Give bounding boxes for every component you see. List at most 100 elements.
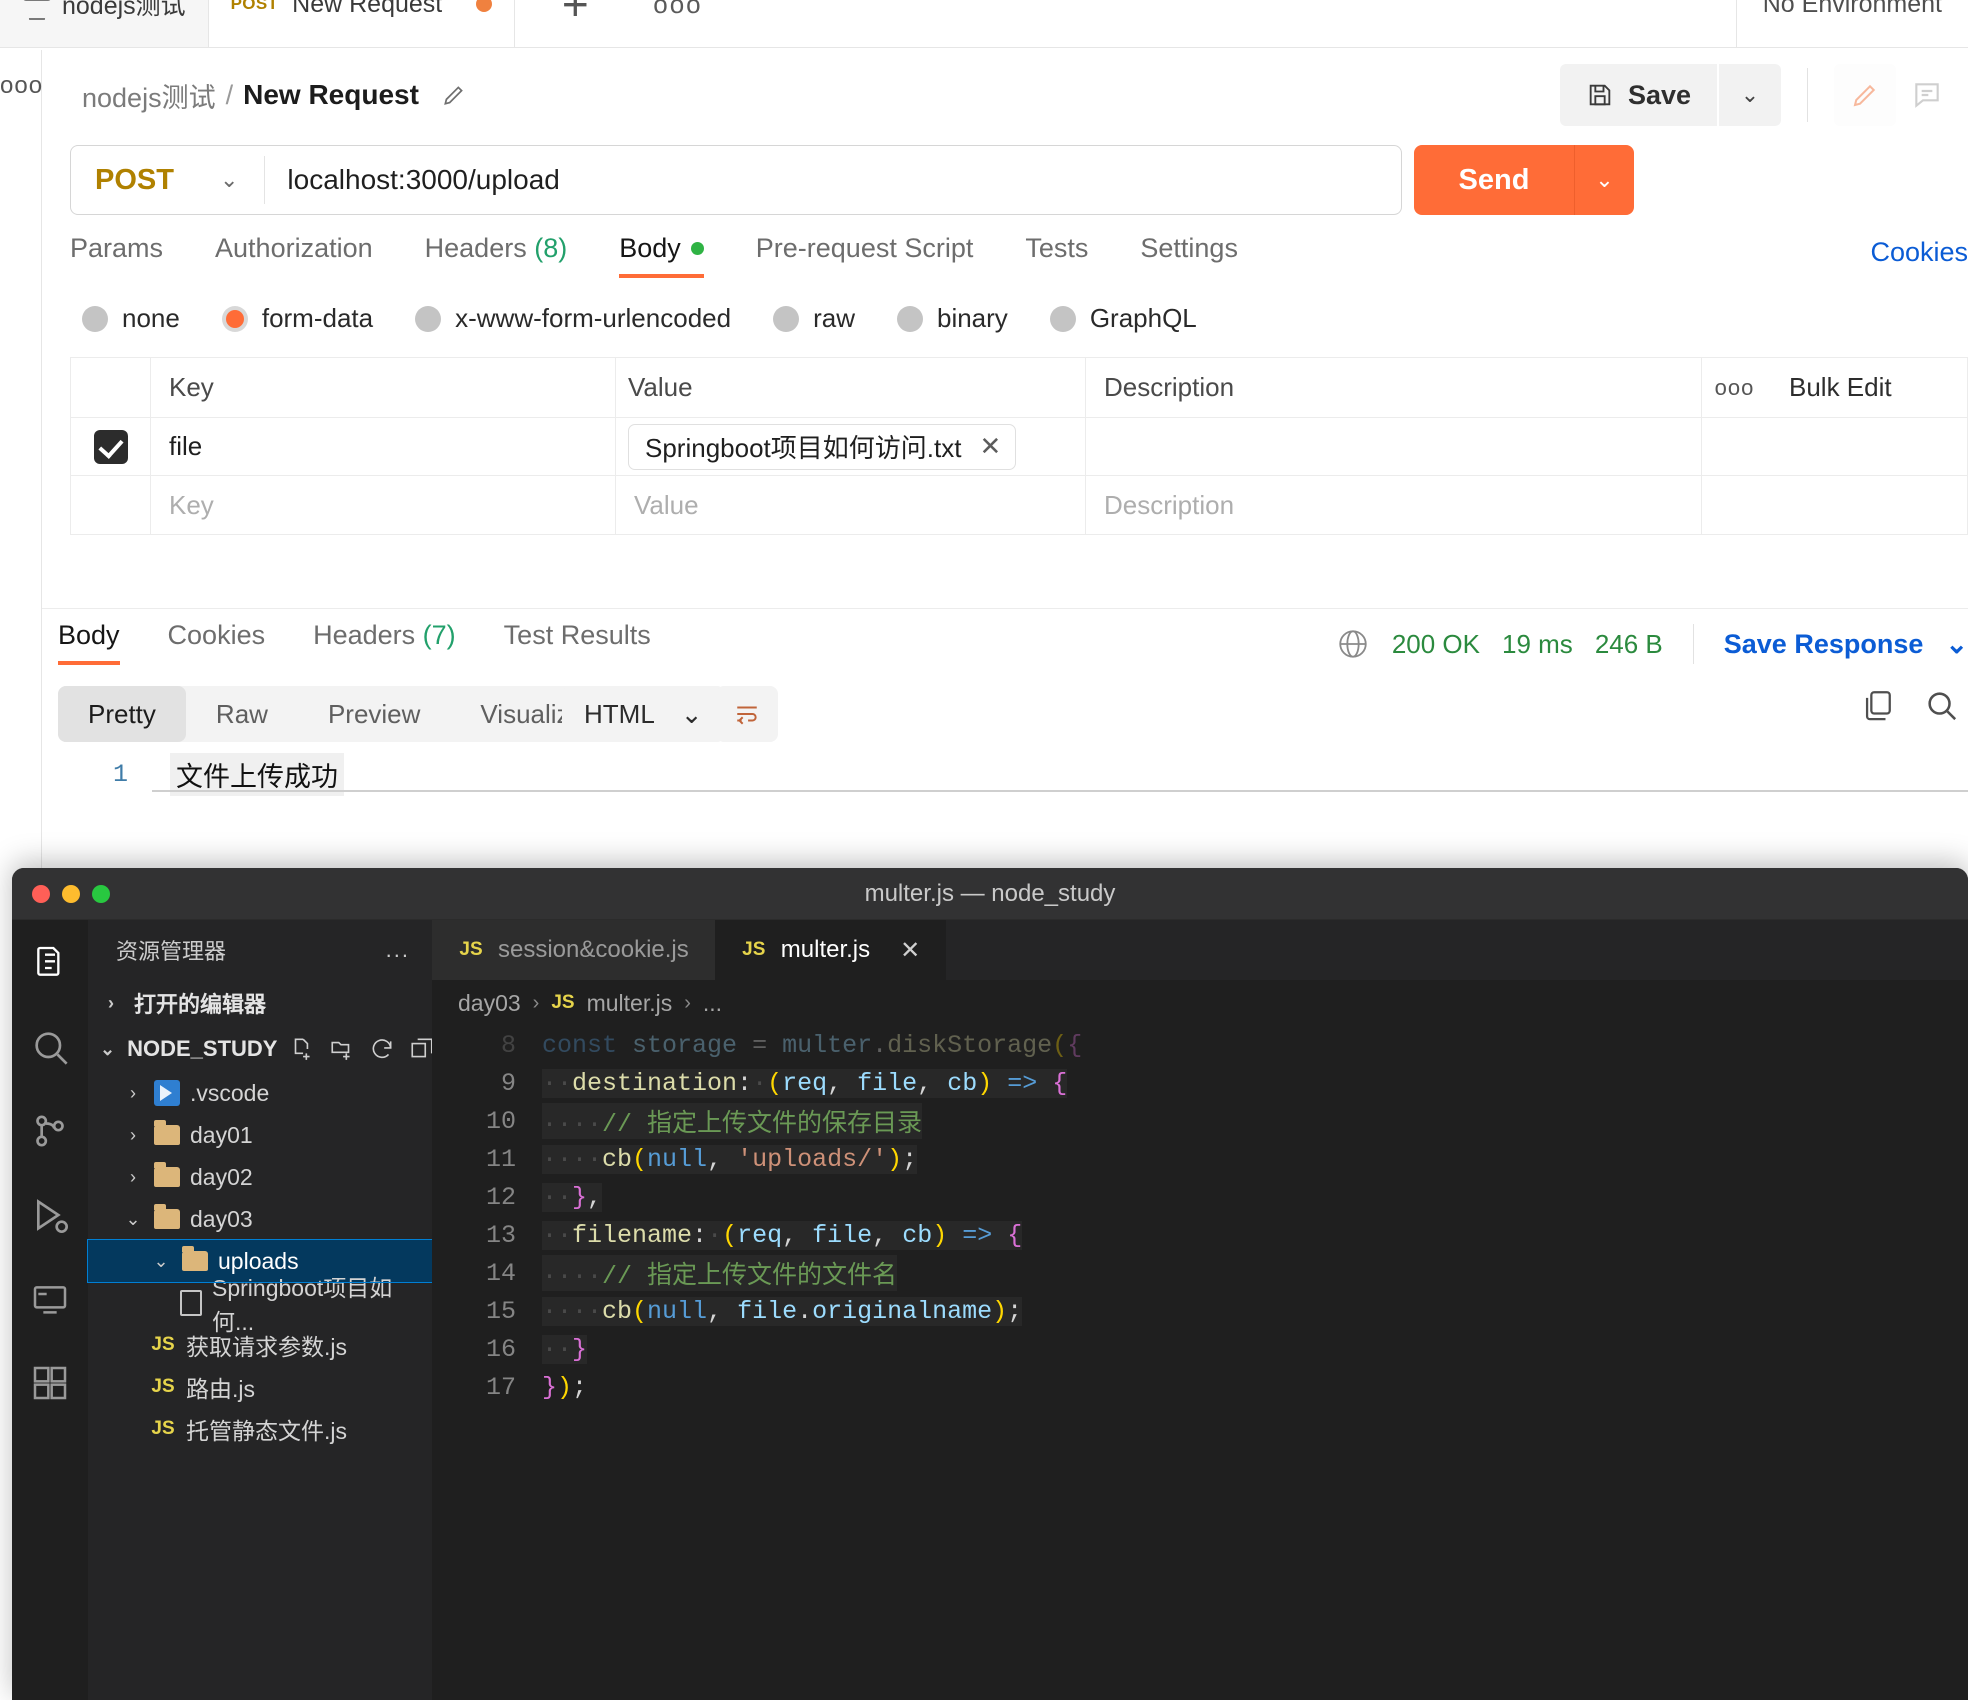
vscode-window: multer.js — node_study [12, 868, 1968, 1700]
activity-remote-icon[interactable] [23, 1272, 77, 1326]
placeholder-value-cell[interactable]: Value [616, 476, 1086, 534]
view-mode-pretty[interactable]: Pretty [58, 686, 186, 742]
save-options-caret-icon[interactable]: ⌄ [1719, 64, 1781, 126]
file-chip-remove-icon[interactable]: ✕ [979, 431, 1001, 462]
send-options-caret-icon[interactable]: ⌄ [1574, 145, 1634, 215]
code-text: ··}, [542, 1183, 602, 1212]
new-tab-button[interactable]: + [515, 0, 635, 47]
editor-tab-bar: JS session&cookie.js JS multer.js ✕ [432, 920, 1968, 980]
row-key-cell[interactable]: file [151, 418, 616, 475]
row-value-cell[interactable]: Springboot项目如何访问.txt ✕ [616, 418, 1086, 475]
response-format-select[interactable]: HTML ⌄ [562, 686, 725, 742]
tab-body[interactable]: Body [593, 233, 730, 278]
file-chip[interactable]: Springboot项目如何访问.txt ✕ [628, 424, 1016, 470]
table-row[interactable]: file Springboot项目如何访问.txt ✕ [71, 418, 1967, 476]
tab-settings[interactable]: Settings [1114, 233, 1264, 278]
explorer-sidebar: 资源管理器 ... › 打开的编辑器 ⌄ NODE_STUDY [88, 920, 432, 1700]
new-folder-icon[interactable] [329, 1036, 355, 1062]
breadcrumb-folder[interactable]: day03 [458, 990, 521, 1017]
row-checkbox[interactable] [94, 430, 128, 464]
tree-item-day03[interactable]: ⌄ day03 [88, 1198, 432, 1240]
tab-options-icon[interactable]: ooo [635, 0, 720, 47]
comment-pencil-icon[interactable] [1834, 64, 1896, 126]
url-input[interactable]: localhost:3000/upload [265, 164, 559, 196]
send-button[interactable]: Send [1414, 145, 1574, 215]
refresh-icon[interactable] [369, 1036, 395, 1062]
activity-search-icon[interactable] [23, 1020, 77, 1074]
documentation-icon[interactable] [1896, 64, 1958, 126]
tree-item-day01[interactable]: › day01 [88, 1114, 432, 1156]
table-options-icon[interactable]: ooo [1701, 358, 1767, 417]
copy-icon[interactable] [1860, 688, 1894, 722]
response-tab-cookies[interactable]: Cookies [144, 620, 290, 665]
editor-tab-session-cookie[interactable]: JS session&cookie.js [432, 920, 715, 980]
body-type-raw[interactable]: raw [773, 303, 855, 334]
edit-pencil-icon[interactable] [441, 82, 467, 108]
tree-item-router-js[interactable]: JS 路由.js [88, 1366, 432, 1408]
body-type-form-data[interactable]: form-data [222, 303, 373, 334]
view-mode-preview[interactable]: Preview [298, 686, 450, 742]
save-response-caret-icon[interactable]: ⌄ [1945, 629, 1968, 660]
placeholder-bulk-spacer [1767, 476, 1967, 534]
table-row-placeholder[interactable]: Key Value Description [71, 476, 1967, 534]
save-button[interactable]: Save [1560, 64, 1717, 126]
code-text: ··destination:·(req, file, cb) => { [542, 1069, 1067, 1098]
tree-item-uploaded-file[interactable]: Springboot项目如何... [88, 1282, 432, 1324]
cookies-link[interactable]: Cookies [1870, 237, 1968, 268]
row-description-cell[interactable] [1086, 418, 1701, 475]
activity-run-debug-icon[interactable] [23, 1188, 77, 1242]
body-type-graphql[interactable]: GraphQL [1050, 303, 1197, 334]
response-size: 246 B [1595, 629, 1663, 660]
request-tab-new-request[interactable]: POST New Request [209, 0, 516, 47]
tree-item-static-js[interactable]: JS 托管静态文件.js [88, 1408, 432, 1450]
new-file-icon[interactable] [289, 1036, 315, 1062]
tree-item-day02[interactable]: › day02 [88, 1156, 432, 1198]
body-type-none[interactable]: none [82, 303, 180, 334]
tab-headers[interactable]: Headers (8) [399, 233, 594, 278]
http-method-select[interactable]: POST ⌄ [71, 146, 264, 214]
open-editors-section[interactable]: › 打开的编辑器 [88, 980, 432, 1026]
tab-tests[interactable]: Tests [999, 233, 1114, 278]
environment-selector[interactable]: No Environment [1737, 0, 1968, 47]
placeholder-description-cell[interactable]: Description [1086, 476, 1701, 534]
close-icon[interactable]: ✕ [900, 936, 920, 965]
response-tab-body[interactable]: Body [58, 620, 144, 665]
body-type-binary[interactable]: binary [897, 303, 1008, 334]
tab-params[interactable]: Params [70, 233, 189, 278]
breadcrumb-collection[interactable]: nodejs测试 [82, 76, 216, 115]
activity-source-control-icon[interactable] [23, 1104, 77, 1158]
line-number: 14 [432, 1259, 542, 1288]
request-tab-collection[interactable]: nodejs测试 [0, 0, 209, 47]
url-input-group[interactable]: POST ⌄ localhost:3000/upload [70, 145, 1402, 215]
response-tab-headers[interactable]: Headers (7) [289, 620, 480, 665]
body-type-urlencoded[interactable]: x-www-form-urlencoded [415, 303, 731, 334]
folder-icon [154, 1209, 180, 1229]
tree-item-label: 路由.js [186, 1370, 255, 1404]
bulk-edit-button[interactable]: Bulk Edit [1767, 358, 1967, 417]
headers-count: (8) [534, 233, 567, 263]
save-response-button[interactable]: Save Response [1724, 629, 1924, 660]
placeholder-key-cell[interactable]: Key [151, 476, 616, 534]
breadcrumb-actions: Save ⌄ [1560, 64, 1968, 126]
search-icon[interactable] [1924, 688, 1958, 722]
chevron-down-icon: ⌄ [100, 1039, 115, 1060]
line-number: 1 [58, 760, 128, 789]
wrap-lines-button[interactable] [716, 686, 778, 742]
explorer-more-icon[interactable]: ... [386, 937, 410, 963]
tree-item-label: Springboot项目如何... [212, 1269, 432, 1337]
response-tab-test-results[interactable]: Test Results [480, 620, 675, 665]
row-checkbox-cell[interactable] [71, 418, 151, 475]
response-headers-count: (7) [423, 620, 456, 650]
tab-authorization[interactable]: Authorization [189, 233, 399, 278]
editor-tab-multer[interactable]: JS multer.js ✕ [715, 920, 946, 980]
activity-explorer-icon[interactable] [23, 936, 77, 990]
activity-extensions-icon[interactable] [23, 1356, 77, 1410]
breadcrumb-symbol[interactable]: ... [703, 990, 722, 1017]
project-root-section[interactable]: ⌄ NODE_STUDY [88, 1026, 432, 1072]
tab-pre-request-script[interactable]: Pre-request Script [730, 233, 1000, 278]
breadcrumb-file[interactable]: multer.js [587, 990, 673, 1017]
folder-icon [154, 1125, 180, 1145]
tree-item-vscode[interactable]: › .vscode [88, 1072, 432, 1114]
view-mode-raw[interactable]: Raw [186, 686, 298, 742]
code-editor[interactable]: 8 const storage = multer.diskStorage({ 9… [432, 1026, 1968, 1646]
